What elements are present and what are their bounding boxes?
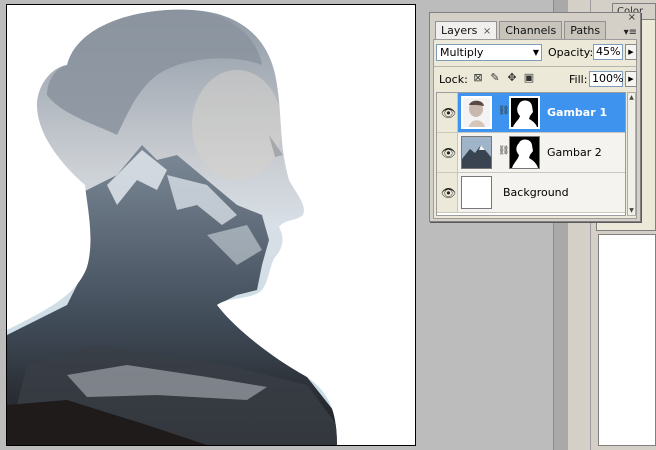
layer-row-background[interactable]: 👁 Background — [437, 173, 625, 213]
mask-silhouette-icon — [510, 137, 539, 168]
layer-thumbnail[interactable] — [461, 136, 492, 169]
visibility-toggle[interactable]: 👁 — [437, 93, 458, 132]
lock-move-icon[interactable]: ✥ — [506, 72, 518, 84]
opacity-value: 45% — [596, 45, 621, 58]
blend-mode-select[interactable]: Multiply ▼ — [436, 44, 542, 61]
portrait-thumbnail-icon — [463, 98, 490, 127]
opacity-label: Opacity: — [548, 46, 594, 59]
fill-label: Fill: — [569, 73, 588, 86]
tab-paths-label: Paths — [570, 24, 601, 37]
link-chain-icon[interactable]: ⛓ — [498, 106, 509, 116]
layers-list: 👁 ⛓ Gambar 1 👁 ⛓ Gambar 2 👁 Background — [436, 92, 626, 216]
tab-channels[interactable]: Channels — [499, 21, 563, 39]
lock-brush-icon[interactable]: ✎ — [489, 72, 501, 84]
visibility-toggle[interactable]: 👁 — [437, 173, 458, 212]
tab-layers[interactable]: Layers × — [435, 21, 498, 39]
eye-icon: 👁 — [441, 106, 457, 120]
layer-thumbnail[interactable] — [461, 96, 492, 129]
tab-layers-label: Layers — [441, 24, 478, 37]
layer-mask-thumbnail[interactable] — [509, 136, 540, 169]
mask-silhouette-icon — [511, 98, 538, 127]
lock-row: Lock: ⊠ ✎ ✥ ▣ Fill: 100% ▶ — [436, 70, 637, 88]
lock-label: Lock: — [439, 73, 468, 86]
layer-row-gambar-2[interactable]: 👁 ⛓ Gambar 2 — [437, 133, 625, 173]
lock-all-icon[interactable]: ▣ — [523, 72, 535, 84]
layer-name[interactable]: Gambar 2 — [547, 146, 602, 159]
opacity-slider-button[interactable]: ▶ — [625, 44, 637, 60]
layer-name[interactable]: Background — [503, 186, 569, 199]
tab-close-icon[interactable]: × — [483, 26, 491, 37]
double-exposure-image — [7, 5, 415, 445]
layer-mask-thumbnail[interactable] — [509, 96, 540, 129]
dock-blank-panel — [598, 234, 656, 446]
fill-value: 100% — [592, 72, 624, 85]
layer-name[interactable]: Gambar 1 — [547, 106, 607, 119]
blend-row: Multiply ▼ Opacity: 45% ▶ — [436, 44, 637, 62]
opacity-input[interactable]: 45% — [593, 44, 623, 60]
eye-icon: 👁 — [441, 146, 457, 160]
lock-transparent-icon[interactable]: ⊠ — [472, 72, 484, 84]
chevron-down-icon: ▼ — [532, 48, 539, 57]
divider — [434, 66, 636, 67]
panel-menu-icon[interactable]: ▾≡ — [624, 27, 637, 38]
tab-channels-label: Channels — [505, 24, 557, 37]
layer-thumbnail[interactable] — [461, 176, 492, 209]
tab-paths[interactable]: Paths — [564, 21, 607, 39]
layers-scrollbar[interactable]: ▲ ▼ — [627, 92, 636, 216]
blend-mode-value: Multiply — [440, 46, 484, 59]
panel-tabs: Layers × Channels Paths — [435, 21, 608, 39]
link-chain-icon[interactable]: ⛓ — [498, 146, 509, 156]
document-canvas[interactable] — [6, 4, 416, 446]
fill-slider-button[interactable]: ▶ — [625, 71, 637, 87]
eye-icon: 👁 — [441, 186, 457, 200]
layer-row-gambar-1[interactable]: 👁 ⛓ Gambar 1 — [437, 93, 625, 133]
scroll-down-icon[interactable]: ▼ — [628, 207, 635, 214]
fill-input[interactable]: 100% — [589, 71, 623, 87]
scroll-up-icon[interactable]: ▲ — [628, 94, 635, 101]
layers-panel: × Layers × Channels Paths ▾≡ Multiply ▼ … — [429, 12, 641, 222]
visibility-toggle[interactable]: 👁 — [437, 133, 458, 172]
mountain-thumbnail-icon — [462, 137, 491, 168]
layers-panel-body: Multiply ▼ Opacity: 45% ▶ Lock: ⊠ ✎ ✥ ▣ … — [433, 39, 637, 219]
panel-close-icon[interactable]: × — [628, 12, 636, 23]
